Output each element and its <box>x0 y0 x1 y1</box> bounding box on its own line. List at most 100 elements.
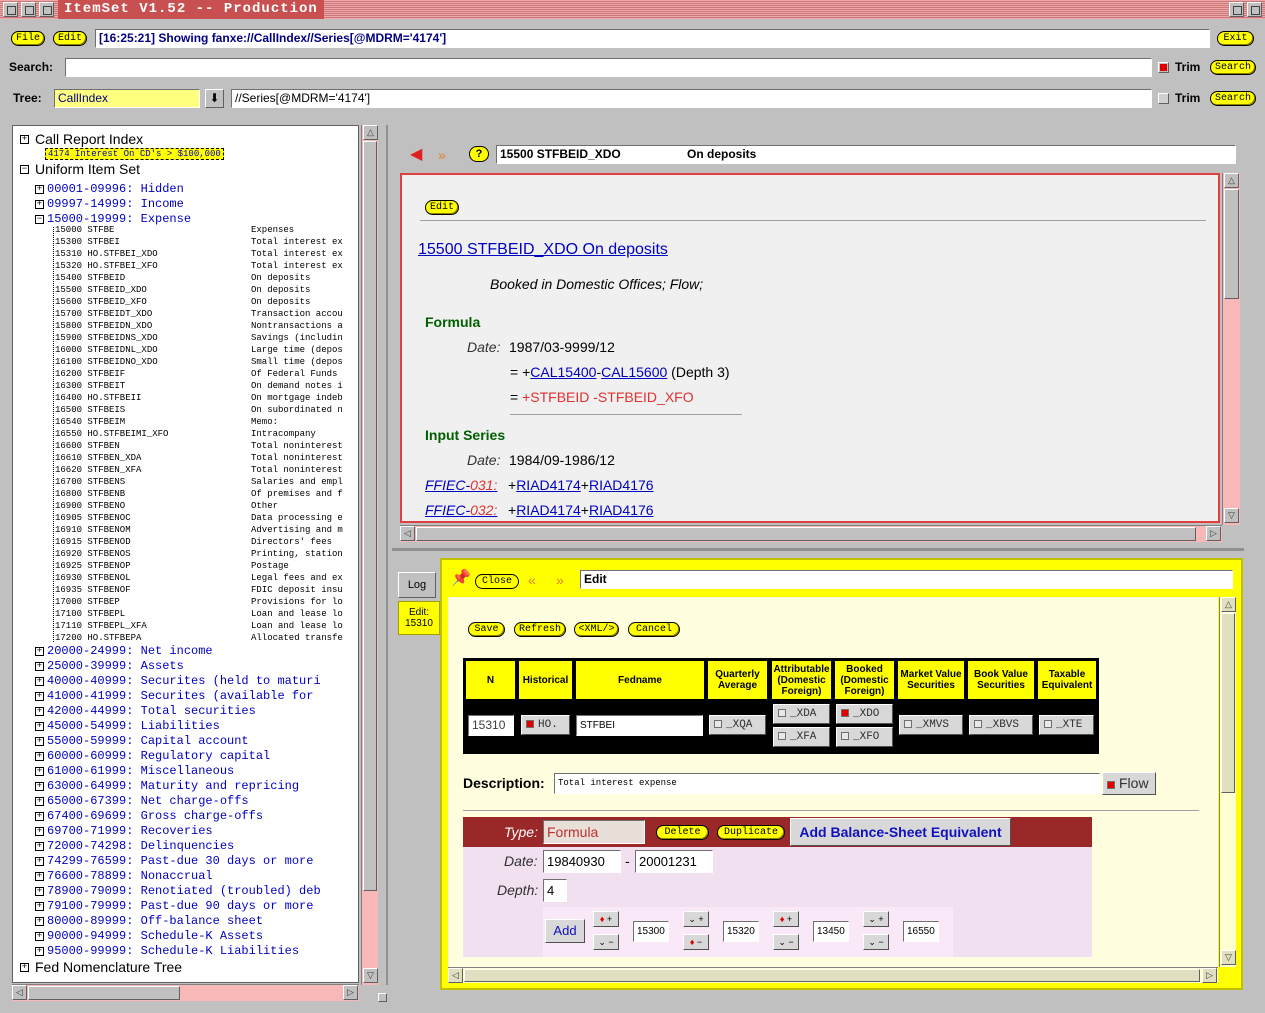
term-plus-toggle[interactable]: ♦ + <box>593 911 619 927</box>
tree-item-row[interactable]: 15310 HO.STFBEI_XDO Total interest ex <box>55 248 355 260</box>
fedname-input[interactable]: STFBEI <box>576 715 703 736</box>
tree-select[interactable]: CallIndex <box>54 89 200 108</box>
scroll-up-icon[interactable]: △ <box>1221 597 1236 612</box>
tree-item-row[interactable]: 16400 HO.STFBEII On mortgage indeb <box>55 392 355 404</box>
tree-range-node[interactable]: 20000-24999: Net income <box>47 644 213 658</box>
tree-fed-nomenclature[interactable]: Fed Nomenclature Tree <box>35 959 182 975</box>
search-trim-checkbox[interactable] <box>1158 62 1169 73</box>
back-arrow-icon[interactable]: ◀ <box>410 147 422 163</box>
detail-vertical-scrollbar[interactable]: △ ▽ <box>1222 173 1240 525</box>
tree-item-row[interactable]: 15000 STFBE Expenses <box>55 224 355 236</box>
tree-item-row[interactable]: 16935 STFBENOF FDIC deposit insu <box>55 584 355 596</box>
tab-log[interactable]: Log <box>398 572 436 598</box>
tree-item-row[interactable]: 17110 STFBEPL_XFA Loan and lease lo <box>55 620 355 632</box>
maximize-icon[interactable] <box>1229 2 1244 17</box>
tree-item-row[interactable]: 16930 STFBENOL Legal fees and ex <box>55 572 355 584</box>
tree-item-row[interactable]: 16000 STFBEIDNL_XDO Large time (depos <box>55 344 355 356</box>
tree-range-node[interactable]: 40000-40999: Securites (held to maturi <box>47 674 321 688</box>
expand-icon[interactable]: + <box>35 737 44 746</box>
flow-toggle[interactable]: Flow <box>1102 772 1156 795</box>
term-minus-toggle[interactable]: ⌄ − <box>863 934 889 950</box>
tree-range-node[interactable]: 78900-79099: Renotiated (troubled) deb <box>47 884 321 898</box>
term-minus-toggle[interactable]: ⌄ − <box>773 934 799 950</box>
tree-range-node[interactable]: 79100-79999: Past-due 90 days or more <box>47 899 313 913</box>
tree-search-button[interactable]: Search <box>1210 91 1256 106</box>
tree-range-node[interactable]: 60000-60999: Regulatory capital <box>47 749 270 763</box>
editor-horizontal-scrollbar[interactable]: ◁ ▷ <box>448 967 1218 983</box>
scroll-left-icon[interactable]: ◁ <box>400 526 415 541</box>
term-input[interactable]: 13450 <box>813 921 849 942</box>
historical-toggle[interactable]: HO. <box>521 715 570 735</box>
term-input[interactable]: 15300 <box>633 921 669 942</box>
tree-horizontal-scrollbar[interactable]: ◁ ▷ <box>12 984 359 1001</box>
search-button[interactable]: Search <box>1210 60 1256 75</box>
expand-icon[interactable]: + <box>35 707 44 716</box>
close-window-icon[interactable] <box>1247 2 1262 17</box>
search-input[interactable] <box>65 58 1152 77</box>
tree-item-row[interactable]: 15900 STFBEIDNS_XDO Savings (includin <box>55 332 355 344</box>
input-link-riad4174[interactable]: RIAD4174 <box>516 477 581 493</box>
expand-icon[interactable]: + <box>35 782 44 791</box>
detail-horizontal-scrollbar[interactable]: ◁ ▷ <box>400 525 1222 542</box>
expand-icon[interactable]: + <box>35 185 44 194</box>
cancel-button[interactable]: Cancel <box>628 622 680 637</box>
tree-item-row[interactable]: 16905 STFBENOC Data processing e <box>55 512 355 524</box>
xqa-toggle[interactable]: _XQA <box>709 715 766 735</box>
forward-arrow-icon[interactable]: » <box>438 147 446 163</box>
tree-uniform-item-set[interactable]: Uniform Item Set <box>35 161 140 177</box>
editor-forward-icon[interactable]: » <box>556 573 564 587</box>
tree-range-node[interactable]: 74299-76599: Past-due 30 days or more <box>47 854 313 868</box>
tree-trim-checkbox[interactable] <box>1158 93 1169 104</box>
refresh-button[interactable]: Refresh <box>514 622 566 637</box>
tree-item-row[interactable]: 15320 HO.STFBEI_XFO Total interest ex <box>55 260 355 272</box>
collapse-icon[interactable]: − <box>20 165 29 174</box>
pane-resize-handle[interactable] <box>378 993 387 1002</box>
duplicate-button[interactable]: Duplicate <box>717 825 785 840</box>
tree-item-row[interactable]: 15400 STFBEID On deposits <box>55 272 355 284</box>
tree-item-row[interactable]: 16800 STFBENB Of premises and f <box>55 488 355 500</box>
xmvs-toggle[interactable]: _XMVS <box>899 715 963 735</box>
pane-splitter[interactable] <box>392 548 1244 551</box>
tree-vertical-scrollbar[interactable]: △ ▽ <box>361 125 378 985</box>
scroll-thumb[interactable] <box>1221 613 1235 793</box>
add-term-button[interactable]: Add <box>545 919 585 943</box>
tree-item-row[interactable]: 16200 STFBEIF Of Federal Funds <box>55 368 355 380</box>
expand-icon[interactable]: + <box>35 827 44 836</box>
tree-range-node[interactable]: 00001-09996: Hidden <box>47 182 184 196</box>
exit-button[interactable]: Exit <box>1217 31 1254 46</box>
depth-input[interactable]: 4 <box>543 879 567 902</box>
tree-dropdown-icon[interactable]: ⬇ <box>205 89 224 108</box>
scroll-thumb[interactable] <box>416 527 1196 541</box>
expand-icon[interactable]: + <box>35 842 44 851</box>
scroll-thumb[interactable] <box>28 986 180 1000</box>
expand-icon[interactable]: + <box>35 767 44 776</box>
edit-menu-button[interactable]: Edit <box>53 31 87 46</box>
tree-item-row[interactable]: 16550 HO.STFBEIMI_XFO Intracompany <box>55 428 355 440</box>
xfo-toggle[interactable]: _XFO <box>836 727 893 747</box>
input-link-riad4176[interactable]: RIAD4176 <box>589 502 654 518</box>
tree-range-node[interactable]: 69700-71999: Recoveries <box>47 824 213 838</box>
xfa-toggle[interactable]: _XFA <box>773 727 830 747</box>
source-ffiec-031[interactable]: FFIEC-031: <box>425 477 497 493</box>
window-menu-icon[interactable] <box>3 2 18 17</box>
expand-icon[interactable]: + <box>35 872 44 881</box>
expand-icon[interactable]: + <box>35 692 44 701</box>
tree-call-report-index[interactable]: Call Report Index <box>35 131 143 147</box>
scroll-right-icon[interactable]: ▷ <box>1202 968 1217 983</box>
scroll-up-icon[interactable]: △ <box>1224 173 1239 188</box>
pane-divider[interactable] <box>386 125 388 985</box>
description-input[interactable]: Total interest expense <box>554 773 1100 794</box>
tree-range-node[interactable]: 41000-41999: Securites (available for <box>47 689 313 703</box>
pin-icon[interactable]: 📌 <box>451 571 471 587</box>
tree-item-row[interactable]: 16920 STFBENOS Printing, station <box>55 548 355 560</box>
scroll-right-icon[interactable]: ▷ <box>343 985 358 1000</box>
scroll-down-icon[interactable]: ▽ <box>1224 508 1239 523</box>
tree-item-row[interactable]: 17200 HO.STFBEPA Allocated transfe <box>55 632 355 644</box>
tree-item-row[interactable]: 16610 STFBEN_XDA Total noninterest <box>55 452 355 464</box>
add-balance-sheet-equivalent-button[interactable]: Add Balance-Sheet Equivalent <box>790 818 1011 846</box>
tree-item-row[interactable]: 15500 STFBEID_XDO On deposits <box>55 284 355 296</box>
tree-item-row[interactable]: 16100 STFBEIDNO_XDO Small time (depos <box>55 356 355 368</box>
term-plus-toggle[interactable]: ⌄ + <box>683 911 709 927</box>
scroll-thumb[interactable] <box>1224 189 1239 299</box>
source-ffiec-032[interactable]: FFIEC-032: <box>425 502 497 518</box>
